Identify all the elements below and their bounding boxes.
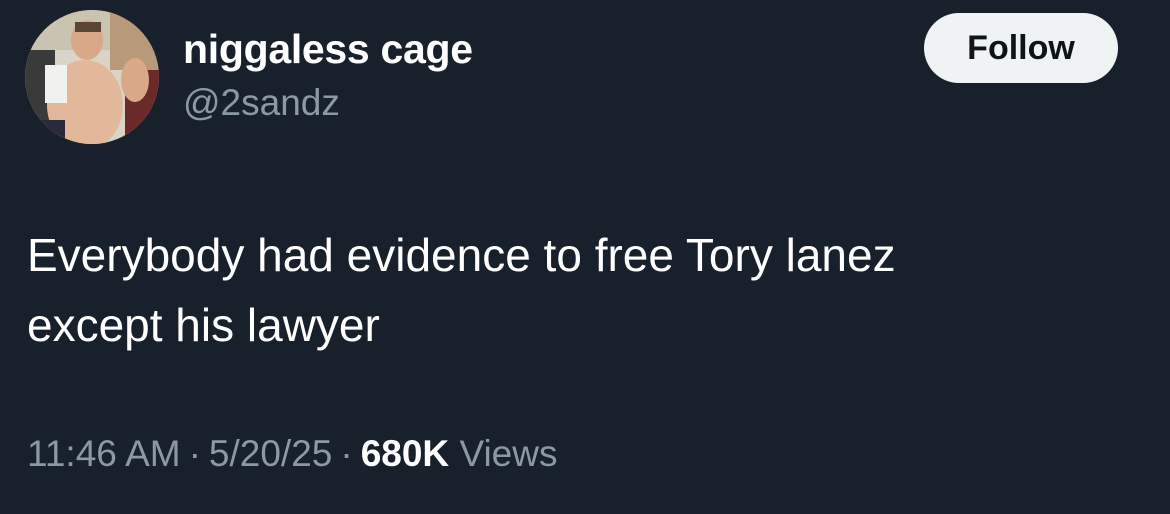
display-name[interactable]: niggaless cage xyxy=(183,26,473,73)
tweet-text: Everybody had evidence to free Tory lane… xyxy=(27,220,1127,360)
views-label: Views xyxy=(459,433,558,474)
meta-separator: · xyxy=(340,433,353,474)
tweet-text-line: Everybody had evidence to free Tory lane… xyxy=(27,229,896,281)
tweet-date[interactable]: 5/20/25 xyxy=(209,433,332,474)
tweet-meta: 11:46 AM · 5/20/25 · 680K Views xyxy=(27,432,557,476)
views-count: 680K xyxy=(360,433,450,474)
tweet-time[interactable]: 11:46 AM xyxy=(27,433,181,474)
follow-button[interactable]: Follow xyxy=(924,13,1118,83)
avatar[interactable] xyxy=(25,10,159,144)
user-handle[interactable]: @2sandz xyxy=(183,82,340,125)
tweet-text-line: except his lawyer xyxy=(27,299,380,351)
meta-separator: · xyxy=(188,433,201,474)
avatar-photo xyxy=(25,10,159,144)
